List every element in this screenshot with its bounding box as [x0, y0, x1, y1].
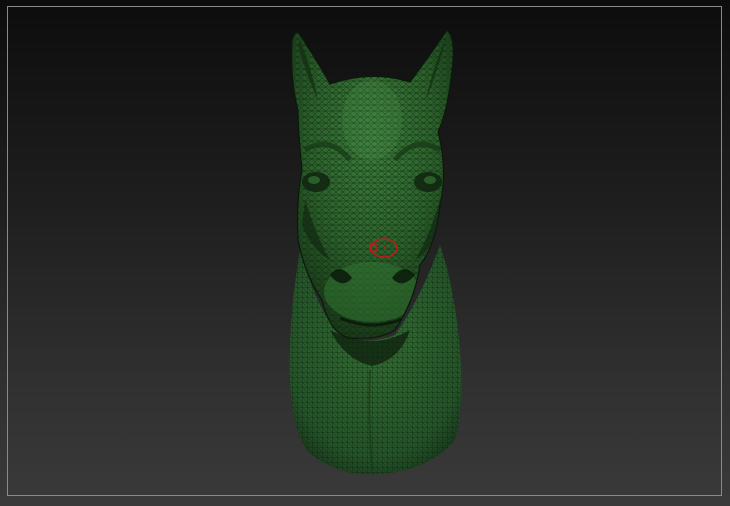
horse-head-model[interactable] [0, 0, 730, 506]
zbrush-viewport[interactable] [0, 0, 730, 506]
